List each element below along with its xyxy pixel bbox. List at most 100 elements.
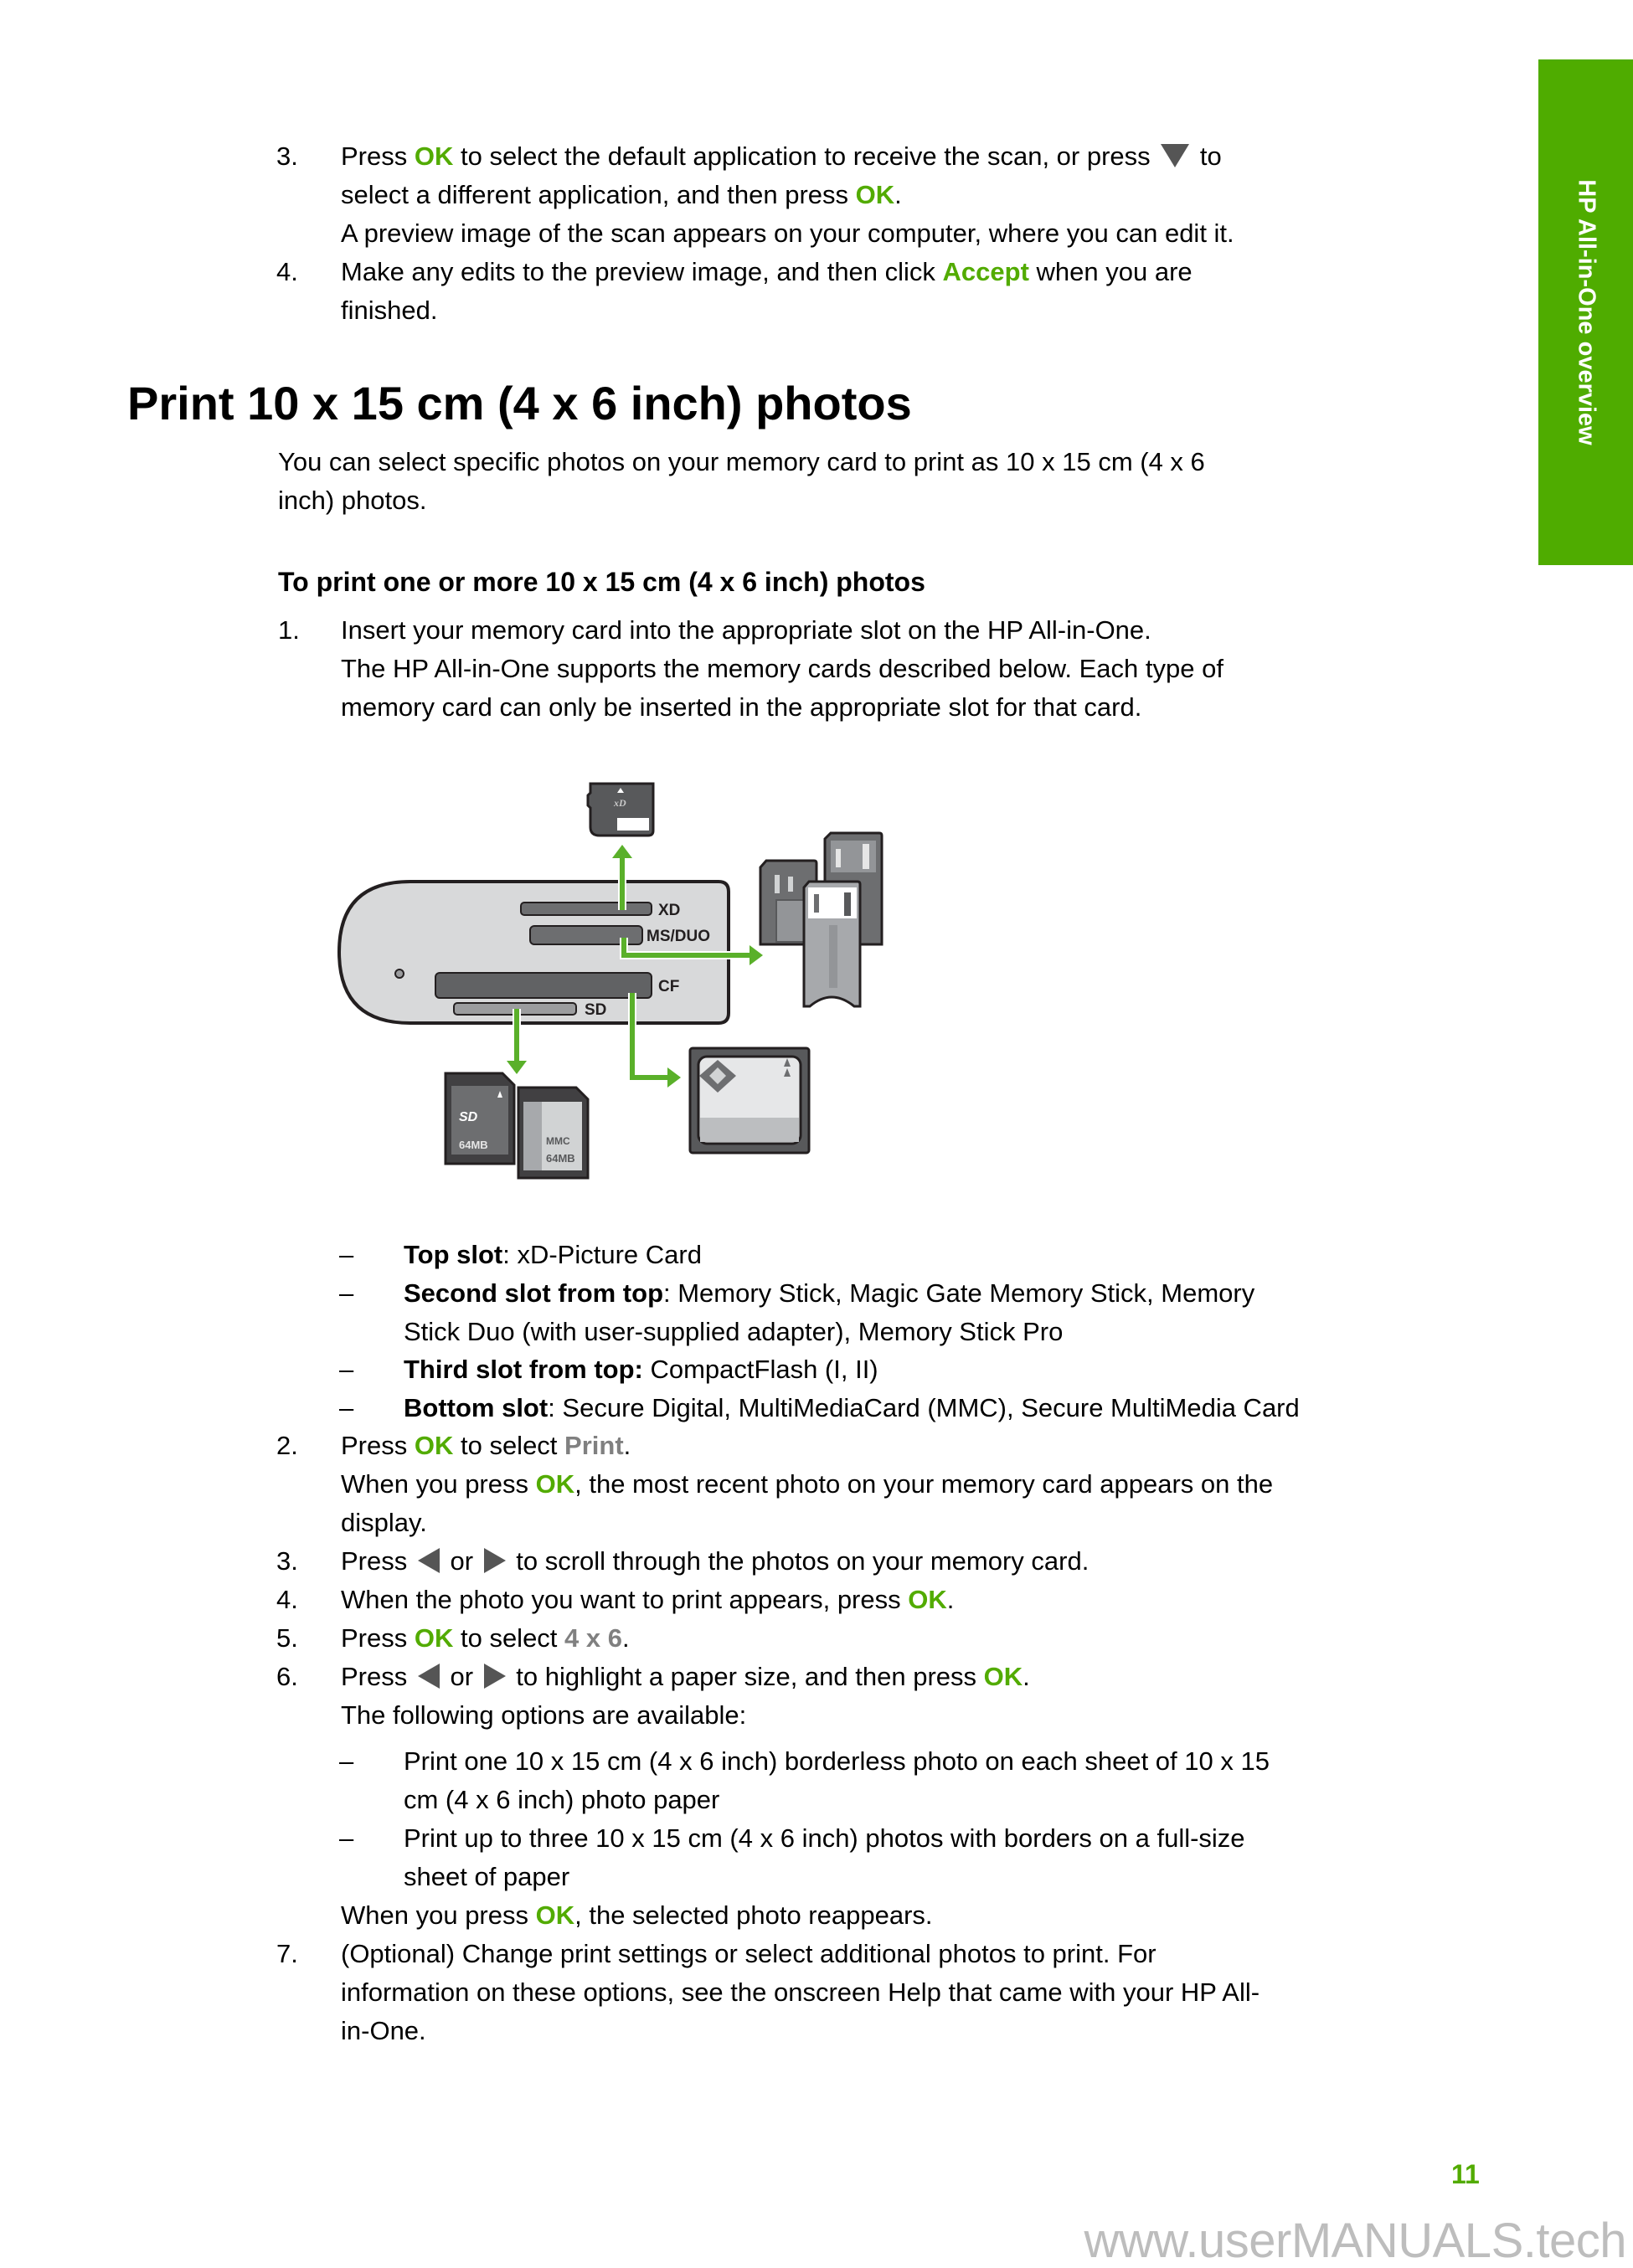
list-dash: – [339, 1355, 354, 1384]
slot-label-ms-duo: MS/DUO [647, 928, 710, 945]
status-led [394, 969, 404, 979]
mmc-card-logo: MMC [546, 1135, 570, 1147]
step-number: 6. [276, 1662, 298, 1691]
text: , the selected photo reappears. [574, 1900, 933, 1930]
step-4b-line-1: When the photo you want to print appears… [341, 1585, 954, 1615]
memory-stick-cards-icon [759, 831, 883, 1008]
slot-name: Top slot [404, 1240, 503, 1269]
ok-button-ref: OK [535, 1900, 575, 1930]
chapter-tab: HP All-in-One overview [1538, 59, 1633, 565]
step-2-line-1: Press OK to select Print. [341, 1431, 631, 1461]
step-number: 5. [276, 1623, 298, 1653]
text: or [442, 1662, 481, 1691]
step-number: 4. [276, 1585, 298, 1614]
list-dash: – [339, 1823, 354, 1853]
step-number: 1. [278, 615, 300, 645]
text: to scroll through the photos on your mem… [508, 1546, 1090, 1576]
slot-name: Bottom slot [404, 1393, 549, 1422]
text: When the photo you want to print appears… [341, 1585, 909, 1614]
slot-name: Second slot from top [404, 1278, 663, 1308]
slot-cards: : Secure Digital, MultiMediaCard (MMC), … [548, 1393, 1300, 1422]
slot-label-xd: XD [658, 902, 680, 919]
slot-item-second-cont: Stick Duo (with user-supplied adapter), … [404, 1317, 1064, 1346]
option-borderless-line-2: cm (4 x 6 inch) photo paper [404, 1785, 720, 1814]
step-7-line-3: in-One. [341, 2016, 426, 2045]
text: Press [341, 1623, 415, 1653]
watermark: www.userMANUALS.tech [1084, 2214, 1626, 2268]
slot-cards: : xD-Picture Card [502, 1240, 702, 1269]
step-2-line-2: When you press OK, the most recent photo… [341, 1469, 1273, 1499]
text: when you are [1028, 257, 1193, 286]
right-arrow-icon [483, 1663, 506, 1689]
option-borderless-line-1: Print one 10 x 15 cm (4 x 6 inch) border… [404, 1746, 1270, 1776]
slot-cards: : Memory Stick, Magic Gate Memory Stick,… [663, 1278, 1255, 1308]
step-1-line-1: Insert your memory card into the appropr… [341, 615, 1151, 645]
text: , the most recent photo on your memory c… [574, 1469, 1274, 1499]
text: Press [341, 141, 415, 171]
compactflash-card-icon [688, 1047, 811, 1155]
text: . [1023, 1662, 1030, 1691]
xd-card-icon: xD [586, 782, 655, 837]
step-1-line-3: memory card can only be inserted in the … [341, 692, 1142, 722]
ok-button-ref: OK [855, 180, 895, 209]
step-6-after: When you press OK, the selected photo re… [341, 1900, 933, 1931]
step-4-line-2: finished. [341, 296, 438, 325]
down-arrow-icon [1161, 143, 1190, 167]
xd-slot [520, 902, 652, 916]
right-arrow-icon [483, 1547, 506, 1573]
list-dash: – [339, 1746, 354, 1776]
step-6-line-1: Press or to highlight a paper size, and … [341, 1662, 1030, 1692]
option-bordered-line-1: Print up to three 10 x 15 cm (4 x 6 inch… [404, 1823, 1245, 1853]
step-7-line-1: (Optional) Change print settings or sele… [341, 1939, 1156, 1968]
page-number: 11 [1451, 2159, 1480, 2189]
step-number: 3. [276, 141, 298, 171]
ok-button-ref: OK [414, 141, 454, 171]
step-3-line-1: Press OK to select the default applicati… [341, 141, 1222, 172]
intro-line-1: You can select specific photos on your m… [278, 447, 1205, 476]
accept-button-ref: Accept [942, 257, 1029, 286]
text: Make any edits to the preview image, and… [341, 257, 943, 286]
text: Press [341, 1431, 415, 1460]
text: to [1193, 141, 1222, 171]
ok-button-ref: OK [535, 1469, 575, 1499]
text: select a different application, and then… [341, 180, 856, 209]
option-bordered-line-2: sheet of paper [404, 1862, 570, 1891]
text: or [442, 1546, 481, 1576]
slot-label-sd: SD [585, 1001, 606, 1019]
menu-option-print: Print [564, 1431, 624, 1460]
text: . [623, 1431, 631, 1460]
step-3b-line-1: Press or to scroll through the photos on… [341, 1546, 1089, 1576]
text: . [622, 1623, 630, 1653]
step-number: 4. [276, 257, 298, 286]
ok-button-ref: OK [908, 1585, 947, 1614]
step-number: 7. [276, 1939, 298, 1968]
mmc-card-capacity: 64MB [546, 1152, 575, 1165]
step-number: 3. [276, 1546, 298, 1576]
text: . [894, 180, 902, 209]
cf-slot [435, 972, 652, 999]
list-dash: – [339, 1393, 354, 1422]
section-heading: Print 10 x 15 cm (4 x 6 inch) photos [127, 377, 912, 429]
step-number: 2. [276, 1431, 298, 1460]
step-1-line-2: The HP All-in-One supports the memory ca… [341, 654, 1223, 683]
menu-option-4x6: 4 x 6 [564, 1623, 622, 1653]
step-2-line-3: display. [341, 1508, 427, 1537]
left-arrow-icon [417, 1663, 440, 1689]
text: to highlight a paper size, and then pres… [508, 1662, 984, 1691]
slot-item-top: Top slot: xD-Picture Card [404, 1240, 702, 1270]
memory-card-slots-diagram: xD XD MS/DUO CF SD SD 64MB MMC 64MB [337, 782, 883, 1180]
sd-card-icon: SD 64MB [444, 1072, 516, 1165]
step-5-line-1: Press OK to select 4 x 6. [341, 1623, 630, 1653]
ok-button-ref: OK [414, 1623, 454, 1653]
text: When you press [341, 1469, 536, 1499]
ok-button-ref: OK [983, 1662, 1023, 1691]
step-7-line-2: information on these options, see the on… [341, 1977, 1260, 2007]
text: Press [341, 1546, 415, 1576]
slot-label-cf: CF [658, 978, 679, 995]
list-dash: – [339, 1278, 354, 1308]
slot-item-bottom: Bottom slot: Secure Digital, MultiMediaC… [404, 1393, 1300, 1423]
text: to select [453, 1623, 565, 1653]
slot-cards: CompactFlash (I, II) [642, 1355, 878, 1384]
step-3-line-3: A preview image of the scan appears on y… [341, 219, 1234, 248]
step-4-line-1: Make any edits to the preview image, and… [341, 257, 1193, 287]
